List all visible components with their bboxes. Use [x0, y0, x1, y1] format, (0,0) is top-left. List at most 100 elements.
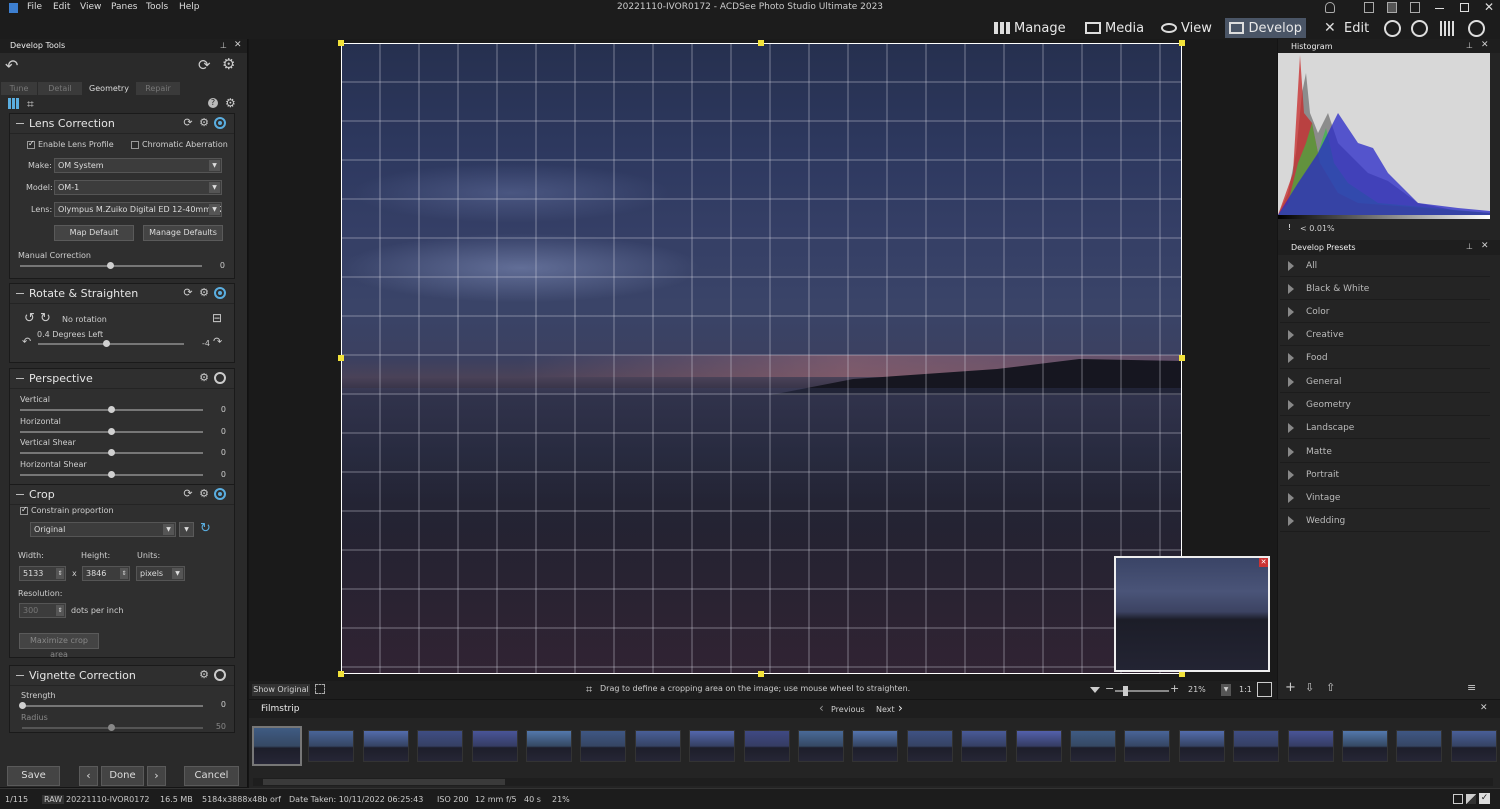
options-gear-icon[interactable]: ⚙	[225, 96, 236, 110]
preset-general[interactable]: General	[1280, 371, 1490, 393]
undo-icon[interactable]: ↶	[5, 56, 18, 75]
quick-search-icon[interactable]	[1468, 20, 1485, 37]
crop-handle-bl[interactable]	[338, 671, 344, 677]
crop-overlay-icon[interactable]: ⌗	[27, 97, 34, 112]
filmstrip-thumbnail[interactable]	[743, 730, 790, 762]
resolution-input[interactable]: 300 ⇕	[19, 603, 66, 618]
reset-icon[interactable]: ⟳	[182, 117, 194, 129]
actual-size-label[interactable]: 1:1	[1239, 685, 1252, 694]
mode-view[interactable]: View	[1157, 18, 1216, 38]
filmstrip-thumbnail[interactable]	[1450, 730, 1497, 762]
gear-icon[interactable]: ⚙	[198, 669, 210, 681]
preset-food[interactable]: Food	[1280, 347, 1490, 369]
vertical-slider[interactable]	[20, 406, 203, 413]
pin-icon[interactable]: ⊥	[220, 41, 227, 50]
acdsee-365-icon[interactable]	[1384, 20, 1401, 37]
save-button[interactable]: Save	[7, 766, 60, 786]
cancel-button[interactable]: Cancel	[184, 766, 239, 786]
zoom-slider[interactable]	[1115, 686, 1169, 696]
view-compare-icon[interactable]	[1466, 794, 1476, 804]
crop-handle-bc[interactable]	[758, 671, 764, 677]
preset-geometry[interactable]: Geometry	[1280, 394, 1490, 416]
maximize-icon[interactable]	[1460, 3, 1469, 12]
filmstrip-thumbnail[interactable]	[1342, 730, 1388, 762]
flip-icon[interactable]: ⊟	[212, 311, 222, 325]
slider-knob[interactable]	[19, 702, 26, 709]
tab-tune[interactable]: Tune	[1, 82, 37, 95]
tab-detail[interactable]: Detail	[38, 82, 82, 95]
strength-slider[interactable]	[19, 702, 203, 709]
preset-color[interactable]: Color	[1280, 301, 1490, 323]
reset-icon[interactable]: ⟳	[198, 56, 211, 74]
filmstrip-scrollbar[interactable]	[253, 778, 1493, 786]
height-input[interactable]: 3846 ⇕	[82, 566, 130, 581]
settings-gear-icon[interactable]: ⚙	[222, 55, 235, 73]
slider-knob[interactable]	[108, 406, 115, 413]
add-preset-icon[interactable]: +	[1285, 680, 1296, 695]
lens-dropdown[interactable]: Olympus M.Zuiko Digital ED 12-40mm f/2 ▼	[54, 202, 222, 217]
preset-matte[interactable]: Matte	[1280, 441, 1490, 463]
crop-handle-tl[interactable]	[338, 40, 344, 46]
next-arrow-icon[interactable]: ›	[898, 701, 903, 715]
filmstrip-thumbnail[interactable]	[526, 730, 572, 762]
tab-geometry[interactable]: Geometry	[83, 82, 135, 95]
manage-defaults-button[interactable]: Manage Defaults	[143, 225, 223, 241]
presets-menu-icon[interactable]: ≡	[1467, 681, 1476, 694]
histogram-close-icon[interactable]: ✕	[1481, 40, 1489, 50]
horizontal-shear-slider[interactable]	[20, 471, 203, 478]
stepper-icon[interactable]: ⇕	[56, 568, 64, 579]
mode-develop[interactable]: Develop	[1225, 18, 1306, 38]
previous-arrow-icon[interactable]: ‹	[819, 701, 824, 715]
crop-handle-ml[interactable]	[338, 355, 344, 361]
view-single-icon[interactable]	[1453, 794, 1463, 804]
zoom-dropdown[interactable]: ▼	[1221, 684, 1231, 696]
layout-right-icon[interactable]	[1410, 2, 1420, 13]
enable-toggle-icon[interactable]	[214, 287, 226, 299]
rotate-left-icon[interactable]: ↺	[24, 311, 35, 326]
gear-icon[interactable]: ⚙	[198, 117, 210, 129]
photo-image[interactable]	[341, 43, 1182, 674]
slider-knob[interactable]	[108, 471, 115, 478]
filmstrip-thumbnail[interactable]	[689, 730, 736, 762]
enable-toggle-icon[interactable]	[214, 372, 226, 384]
straighten-slider[interactable]	[38, 340, 184, 347]
filmstrip-thumbnail[interactable]	[1287, 730, 1334, 762]
filmstrip-thumbnail[interactable]	[1124, 730, 1171, 762]
crop-handle-tc[interactable]	[758, 40, 764, 46]
vertical-shear-slider[interactable]	[20, 449, 203, 456]
filmstrip-thumbnail[interactable]	[362, 730, 409, 762]
filmstrip-next[interactable]: Next	[876, 705, 895, 714]
next-arrow-button[interactable]: ›	[147, 766, 166, 786]
scrollbar-thumb[interactable]	[263, 779, 505, 785]
filmstrip-thumbnail[interactable]	[1233, 730, 1280, 762]
slider-knob[interactable]	[108, 724, 115, 731]
stepper-icon[interactable]: ⇕	[56, 605, 64, 616]
preset-creative[interactable]: Creative	[1280, 324, 1490, 346]
units-dropdown[interactable]: pixels ▼	[136, 566, 185, 581]
filmstrip-thumbnail[interactable]	[798, 730, 844, 762]
filmstrip-close-icon[interactable]: ✕	[1480, 703, 1488, 713]
filmstrip-previous[interactable]: Previous	[831, 705, 865, 714]
close-icon[interactable]: ✕	[1484, 0, 1494, 14]
filmstrip-thumbnail[interactable]	[1015, 730, 1062, 762]
preset-portrait[interactable]: Portrait	[1280, 464, 1490, 486]
make-dropdown[interactable]: OM System ▼	[54, 158, 222, 173]
import-preset-icon[interactable]: ⇩	[1305, 681, 1314, 694]
maximize-crop-button[interactable]: Maximize crop area	[19, 633, 99, 659]
horizontal-slider[interactable]	[20, 428, 203, 435]
filmstrip-thumbnail[interactable]	[471, 730, 518, 762]
fit-to-screen-icon[interactable]	[1257, 682, 1272, 697]
filmstrip-thumbnail[interactable]	[1396, 730, 1443, 762]
enable-toggle-icon[interactable]	[214, 488, 226, 500]
crop-handle-tr[interactable]	[1179, 40, 1185, 46]
previous-arrow-button[interactable]: ‹	[79, 766, 98, 786]
preset-all[interactable]: All	[1280, 255, 1490, 277]
enable-toggle-icon[interactable]	[214, 669, 226, 681]
reset-icon[interactable]: ⟳	[182, 488, 194, 500]
slider-knob[interactable]	[108, 428, 115, 435]
slider-knob[interactable]	[108, 449, 115, 456]
enable-toggle-icon[interactable]	[214, 117, 226, 129]
zoom-in-icon[interactable]: +	[1170, 682, 1179, 695]
filmstrip-thumbnail[interactable]	[308, 730, 355, 762]
manual-correction-slider[interactable]	[20, 262, 202, 269]
